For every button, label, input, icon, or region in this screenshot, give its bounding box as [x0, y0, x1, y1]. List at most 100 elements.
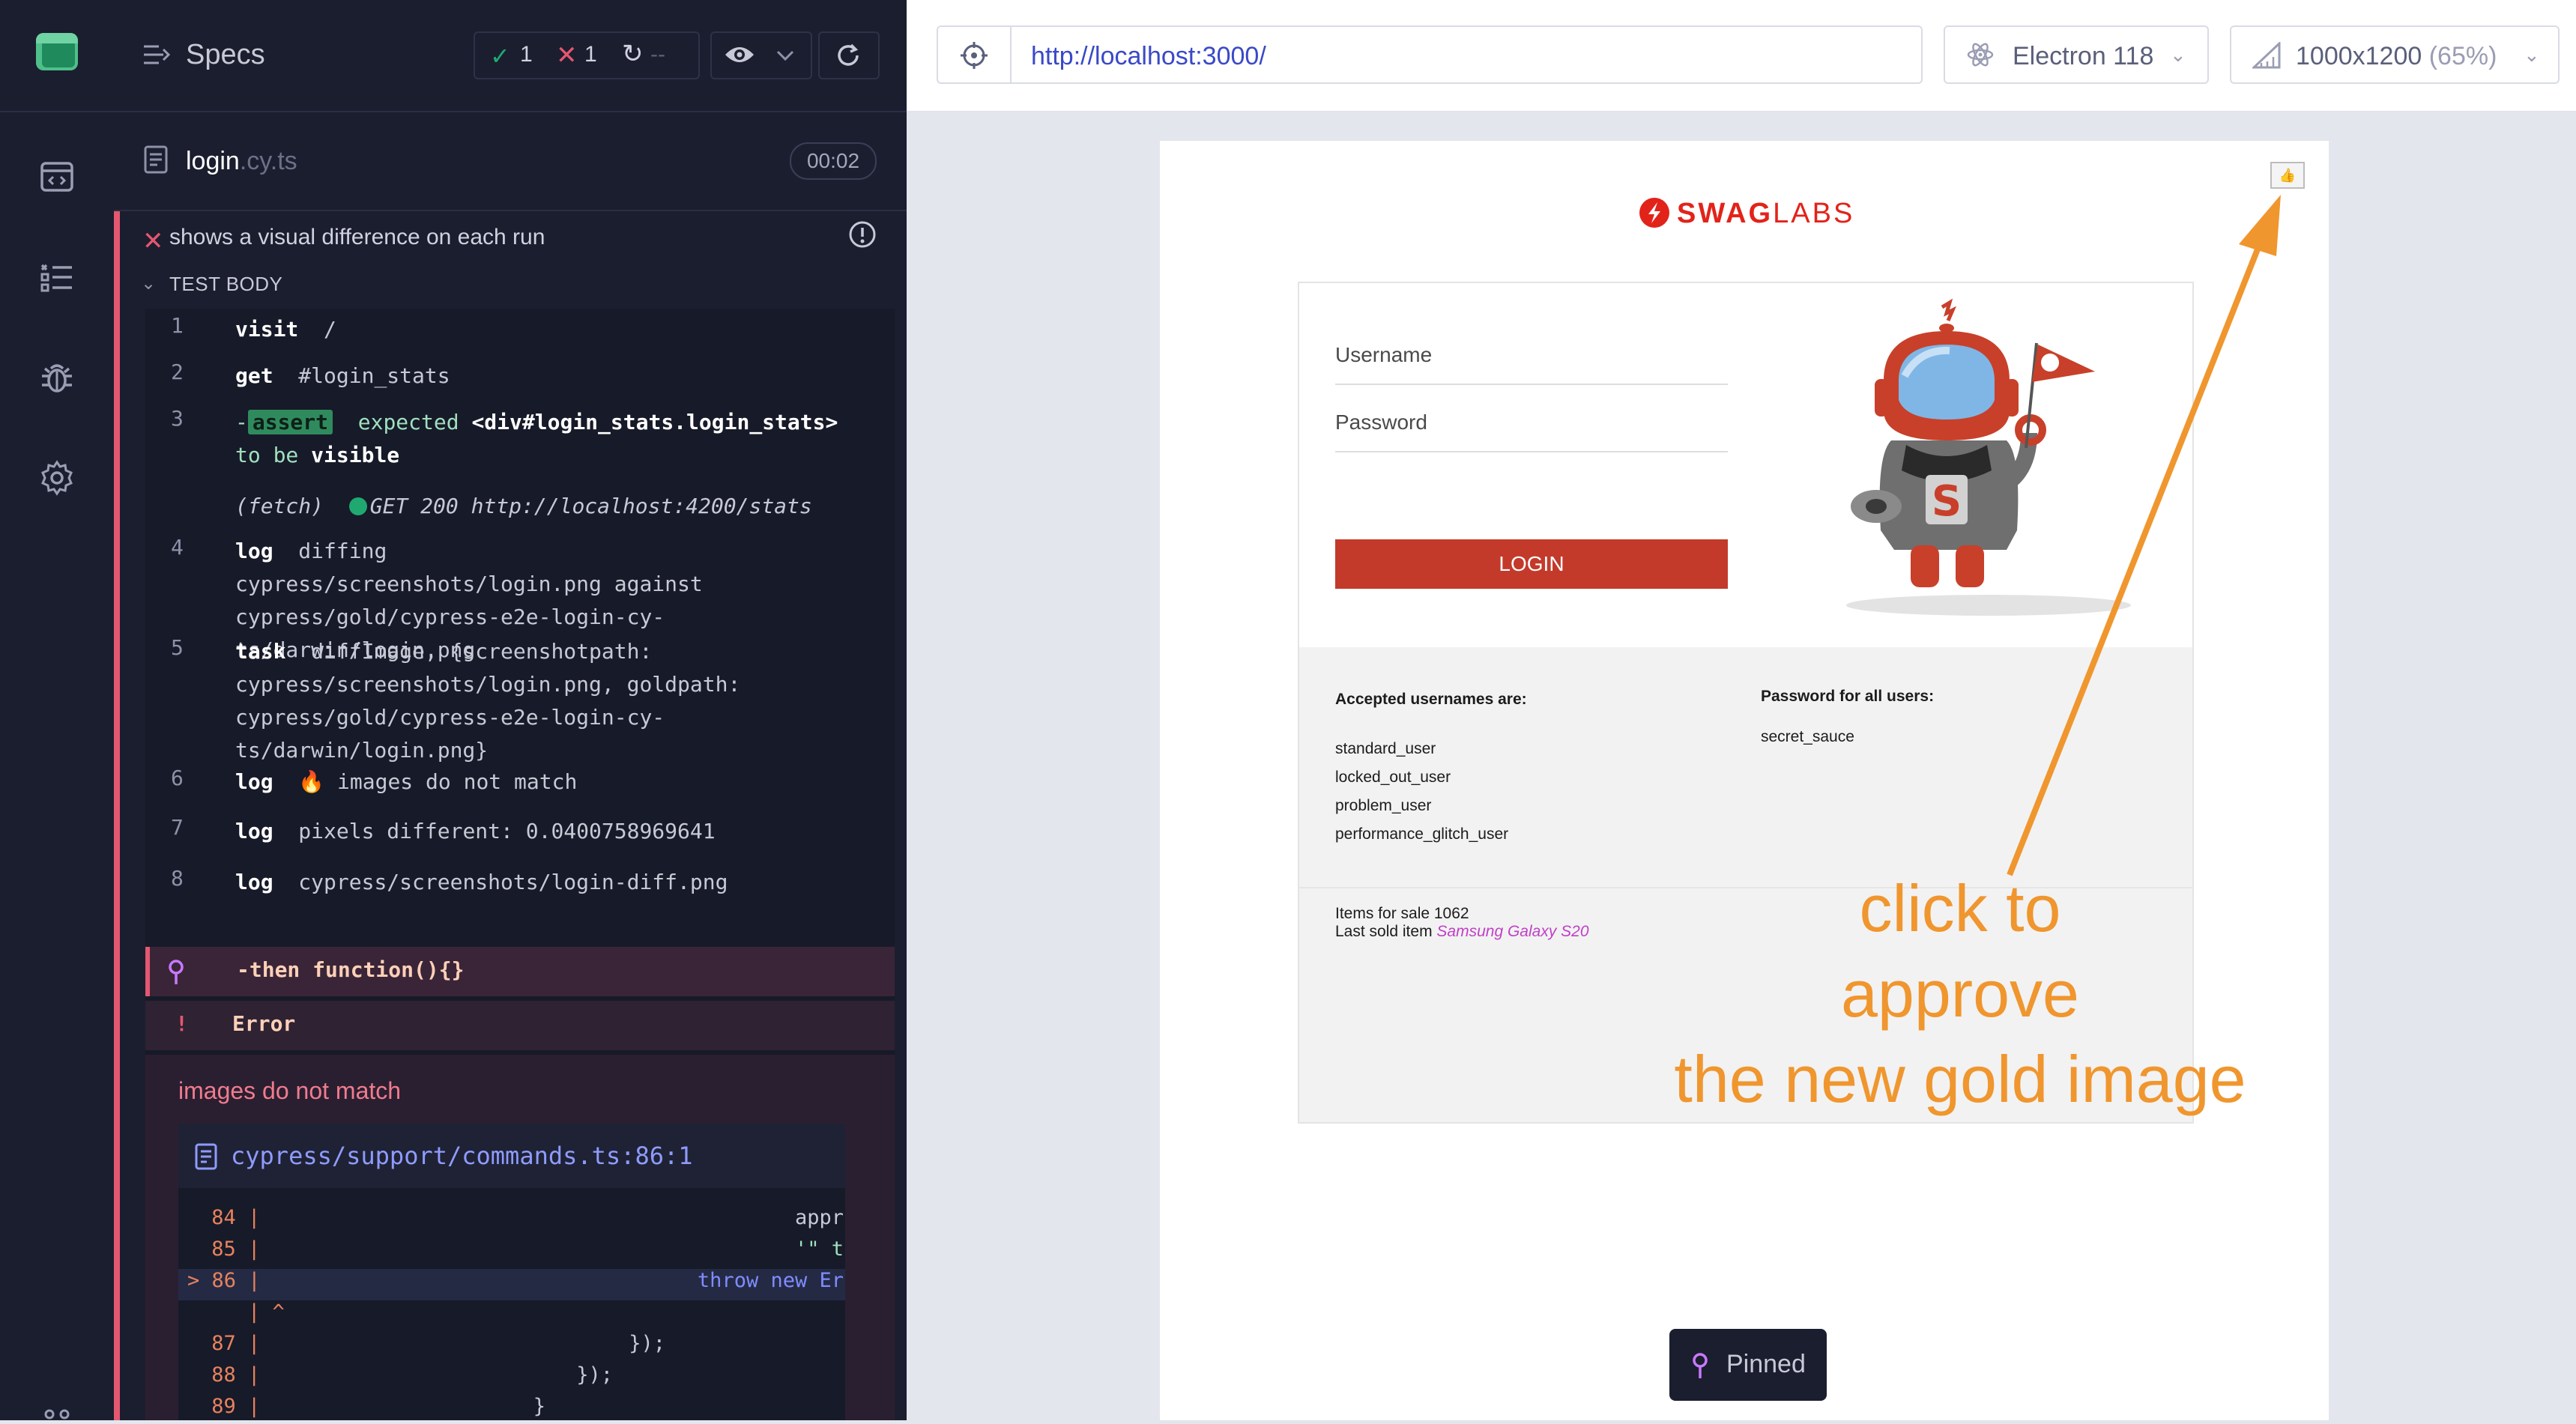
- command-name: get: [235, 363, 273, 388]
- password-field[interactable]: Password: [1335, 410, 1427, 434]
- command-name: log: [235, 870, 273, 894]
- bug-icon[interactable]: [37, 358, 76, 397]
- assert-badge: assert: [247, 410, 333, 434]
- browser-selector[interactable]: Electron 118 ⌄: [1944, 25, 2209, 84]
- pending-count: --: [650, 42, 665, 67]
- command-name: visit: [235, 317, 299, 342]
- command-name: log: [235, 769, 273, 794]
- specs-list-icon[interactable]: [142, 43, 171, 66]
- code-line: 85 | '" t: [178, 1237, 845, 1269]
- refresh-icon: [838, 43, 859, 66]
- code-frame-header[interactable]: cypress/support/commands.ts:86:1: [178, 1124, 845, 1188]
- password-title: Password for all users:: [1761, 688, 1935, 705]
- error-header-row[interactable]: ! Error: [145, 1001, 895, 1050]
- command-log: 1 visit / 2 get #login_stats 3 - assert e…: [145, 309, 895, 1058]
- annotation-text: click to approve the new gold image: [1608, 866, 2312, 1122]
- chevron-down-icon: ⌄: [141, 273, 157, 294]
- auto-scroll-toggle[interactable]: [710, 31, 812, 79]
- reporter-panel: Specs ✓ 1 ✕ 1 ↻ -- login.cy.ts 00:02 ✕ s…: [114, 0, 907, 1420]
- status-dot: [348, 497, 367, 515]
- line-code: throw new Er: [697, 1269, 844, 1292]
- viewport-info[interactable]: 1000x1200 (65%) ⌄: [2230, 25, 2560, 84]
- code-window-icon[interactable]: [37, 157, 76, 196]
- assert-expected: expected: [357, 410, 459, 434]
- pinned-indicator[interactable]: Pinned: [1669, 1329, 1827, 1401]
- command-message: diffImage, {screenshotpath: cypress/scre…: [235, 639, 741, 763]
- swag-labs-logo: SWAGLABS: [1638, 192, 1863, 237]
- command-message: 🔥 images do not match: [298, 769, 578, 794]
- chevron-down-icon: ⌄: [2170, 43, 2186, 66]
- test-stats: ✓ 1 ✕ 1 ↻ --: [474, 31, 700, 79]
- code-line: 88 |});: [178, 1363, 845, 1395]
- then-command-row[interactable]: -then function(){}: [145, 947, 895, 996]
- username-underline: [1335, 384, 1728, 385]
- command-number: 7: [171, 815, 184, 840]
- chevron-down-icon[interactable]: [773, 45, 797, 66]
- username-item: locked_out_user: [1335, 769, 1451, 786]
- accepted-usernames-title: Accepted usernames are:: [1335, 691, 1527, 708]
- spec-base-name: login: [186, 147, 240, 175]
- test-body-toggle[interactable]: ⌄ TEST BODY: [120, 270, 907, 300]
- selector-playground-button[interactable]: [937, 25, 1012, 84]
- line-number: > 86 |: [187, 1269, 261, 1292]
- annotation-line: click to: [1859, 871, 2061, 945]
- password-value: secret_sauce: [1761, 728, 1854, 745]
- command-number: 3: [171, 406, 184, 431]
- command-message: pixels different: 0.0400758969641: [298, 819, 716, 843]
- line-number: 84 |: [199, 1206, 261, 1229]
- keyboard-shortcuts-icon[interactable]: [37, 1404, 76, 1420]
- code-line: 87 |});: [178, 1332, 845, 1363]
- spec-file-name[interactable]: login.cy.ts: [186, 147, 297, 176]
- test-title-row[interactable]: ✕ shows a visual difference on each run: [120, 211, 907, 265]
- username-field[interactable]: Username: [1335, 343, 1432, 367]
- command-message: #login_stats: [298, 363, 450, 388]
- annotation-line: approve: [1840, 957, 2079, 1031]
- swag-labs-logo-icon: [1639, 198, 1669, 228]
- spec-duration: 00:02: [790, 142, 877, 180]
- specs-label[interactable]: Specs: [186, 39, 265, 71]
- nav-rail: [0, 0, 115, 1420]
- crosshair-icon: [961, 42, 988, 69]
- info-icon[interactable]: [848, 220, 877, 249]
- chevron-down-icon: ⌄: [2524, 43, 2540, 66]
- line-code: '" t: [794, 1237, 844, 1261]
- code-line-caret: | ^: [178, 1300, 845, 1332]
- code-frame: cypress/support/commands.ts:86:1 84 | app…: [178, 1124, 845, 1420]
- passed-count: 1: [520, 42, 533, 67]
- spec-extension: .cy.ts: [239, 147, 297, 175]
- cypress-logo[interactable]: [36, 33, 78, 70]
- viewport-size: 1000x1200 (65%): [2296, 42, 2497, 71]
- url-bar[interactable]: http://localhost:3000/: [1009, 25, 1923, 84]
- username-item: problem_user: [1335, 797, 1432, 814]
- document-icon: [144, 145, 168, 174]
- ruler-icon: [2252, 42, 2281, 69]
- assert-subject: <div#login_stats.login_stats>: [471, 410, 838, 434]
- test-title: shows a visual difference on each run: [169, 225, 545, 249]
- error-message: images do not match: [178, 1077, 402, 1104]
- command-number: 2: [171, 360, 184, 384]
- command-number: 8: [171, 866, 184, 891]
- url-text[interactable]: http://localhost:3000/: [1031, 42, 1266, 71]
- annotation-line: the new gold image: [1674, 1042, 2246, 1116]
- line-number: 88 |: [199, 1363, 261, 1387]
- line-code: }: [533, 1395, 545, 1418]
- command-message: cypress/screenshots/login-diff.png: [298, 870, 728, 894]
- line-caret: | ^: [199, 1300, 285, 1324]
- rerun-button[interactable]: [818, 31, 880, 79]
- code-file-link[interactable]: cypress/support/commands.ts:86:1: [231, 1142, 693, 1170]
- settings-icon[interactable]: [37, 458, 76, 497]
- logo-swag: SWAG: [1677, 198, 1774, 229]
- last-sold-label: Last sold item: [1335, 923, 1433, 940]
- login-button[interactable]: LOGIN: [1335, 539, 1728, 589]
- thumbs-up-icon[interactable]: 👍: [2270, 162, 2305, 189]
- reporter-header: Specs ✓ 1 ✕ 1 ↻ --: [114, 0, 907, 112]
- code-line-highlighted: > 86 | throw new Er: [178, 1269, 845, 1300]
- test-body-label: TEST BODY: [169, 273, 283, 295]
- list-icon[interactable]: [37, 258, 76, 297]
- logo-text: SWAGLABS: [1677, 198, 1854, 230]
- last-sold-value: Samsung Galaxy S20: [1436, 923, 1589, 940]
- command-name: log: [235, 539, 273, 563]
- viewport-dimensions: 1000x1200: [2296, 42, 2422, 70]
- rail-divider: [0, 111, 114, 112]
- annotation-arrow: [2007, 195, 2281, 876]
